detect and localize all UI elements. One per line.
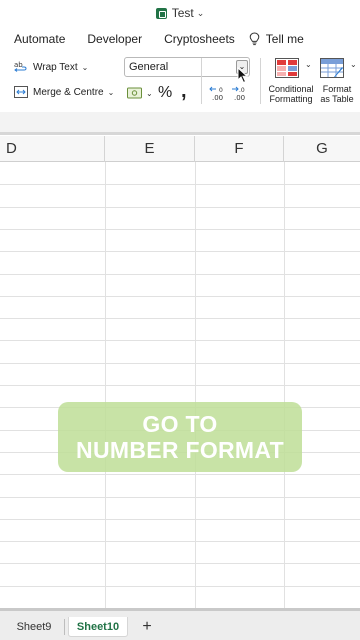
accounting-format-button[interactable]: ⌄ [127,87,153,99]
tell-me-label: Tell me [265,32,304,46]
row-gridline [0,229,360,230]
ribbon-divider [260,58,261,104]
column-header-f[interactable]: F [195,136,284,162]
number-format-select[interactable]: General ⌄ [124,57,250,77]
row-gridline [0,563,360,564]
conditional-formatting-line1: Conditional [268,84,314,94]
decrease-decimal-icon: .00 0 [209,86,223,102]
wrap-text-label: Wrap Text [33,61,78,73]
conditional-formatting-label[interactable]: Conditional Formatting [266,84,316,104]
row-gridline [0,207,360,208]
tab-developer[interactable]: Developer [73,32,142,46]
number-format-value: General [129,61,169,73]
percent-style-button[interactable]: % [158,84,172,102]
conditional-formatting-line2: Formatting [269,94,313,104]
row-gridline [0,274,360,275]
row-gridline [0,541,360,542]
mouse-cursor-icon [237,67,249,84]
sheet-tab-sheet9[interactable]: Sheet9 [8,617,60,637]
merge-centre-label: Merge & Centre [33,86,104,98]
column-gridline [284,162,285,608]
column-header-d[interactable]: D [0,136,105,162]
chevron-down-icon[interactable]: ⌄ [146,89,153,98]
formula-bar-area [0,112,360,135]
tab-cryptosheets[interactable]: Cryptosheets [150,32,235,46]
column-headers: D E F G [0,136,360,162]
add-sheet-button[interactable]: + [140,617,154,637]
conditional-formatting-icon[interactable] [275,58,299,78]
window-title[interactable]: Test [172,6,194,20]
percent-symbol: % [158,84,173,101]
ribbon-divider [201,58,202,104]
row-gridline [0,340,360,341]
chevron-down-icon[interactable]: ⌄ [305,60,312,69]
sheet-tab-sheet10[interactable]: Sheet10 [68,617,128,637]
tell-me-search[interactable]: Tell me [249,32,304,46]
lightbulb-icon [249,32,260,46]
overlay-caption: GO TO NUMBER FORMAT [58,402,302,472]
sheet-tab-divider [64,619,65,635]
column-header-g[interactable]: G [284,136,360,162]
row-gridline [0,497,360,498]
column-header-e[interactable]: E [105,136,195,162]
row-gridline [0,385,360,386]
format-as-table-line2: as Table [320,94,354,104]
row-gridline [0,251,360,252]
tab-automate[interactable]: Automate [0,32,65,46]
svg-text:ab: ab [14,61,23,69]
overlay-line-1: GO TO [142,411,218,437]
decrease-decimal-button[interactable]: .00 0 [209,86,227,102]
wrap-text-button[interactable]: ab Wrap Text ⌄ [14,60,88,74]
ribbon-tabs: Automate Developer Cryptosheets Tell me [0,26,360,52]
row-gridline [0,363,360,364]
increase-decimal-button[interactable]: .0 .00 [231,86,249,102]
wrap-text-icon: ab [14,61,27,72]
row-gridline [0,184,360,185]
title-bar: Test ⌄ [0,0,360,26]
excel-document-icon [155,7,167,19]
row-gridline [0,586,360,587]
svg-text:.00: .00 [234,94,245,102]
merge-centre-icon [14,86,28,98]
row-gridline [0,318,360,319]
chevron-down-icon[interactable]: ⌄ [82,63,89,72]
format-as-table-label[interactable]: Format as Table [316,84,358,104]
column-gridline [195,162,196,608]
overlay-line-2: NUMBER FORMAT [76,437,284,463]
row-gridline [0,474,360,475]
accounting-format-icon [127,87,142,99]
svg-text:.00: .00 [212,94,223,102]
format-as-table-line1: Format [322,84,352,94]
row-gridline [0,519,360,520]
chevron-down-icon[interactable]: ⌄ [350,60,357,69]
comma-style-button[interactable]: , [181,80,187,103]
svg-text:.0: .0 [239,87,245,94]
increase-decimal-icon: .0 .00 [232,86,245,102]
ribbon-home-panel: ab Wrap Text ⌄ Merge & Centre ⌄ General … [0,52,360,112]
spreadsheet-grid[interactable] [0,162,360,608]
chevron-down-icon[interactable]: ⌄ [197,8,205,19]
column-gridline [105,162,106,608]
svg-text:0: 0 [219,87,223,94]
comma-symbol: , [181,80,187,102]
chevron-down-icon[interactable]: ⌄ [108,88,115,97]
row-gridline [0,296,360,297]
merge-centre-button[interactable]: Merge & Centre ⌄ [14,86,114,98]
format-as-table-icon[interactable] [320,58,344,78]
sheet-tab-bar: Sheet9 Sheet10 + [0,608,360,640]
